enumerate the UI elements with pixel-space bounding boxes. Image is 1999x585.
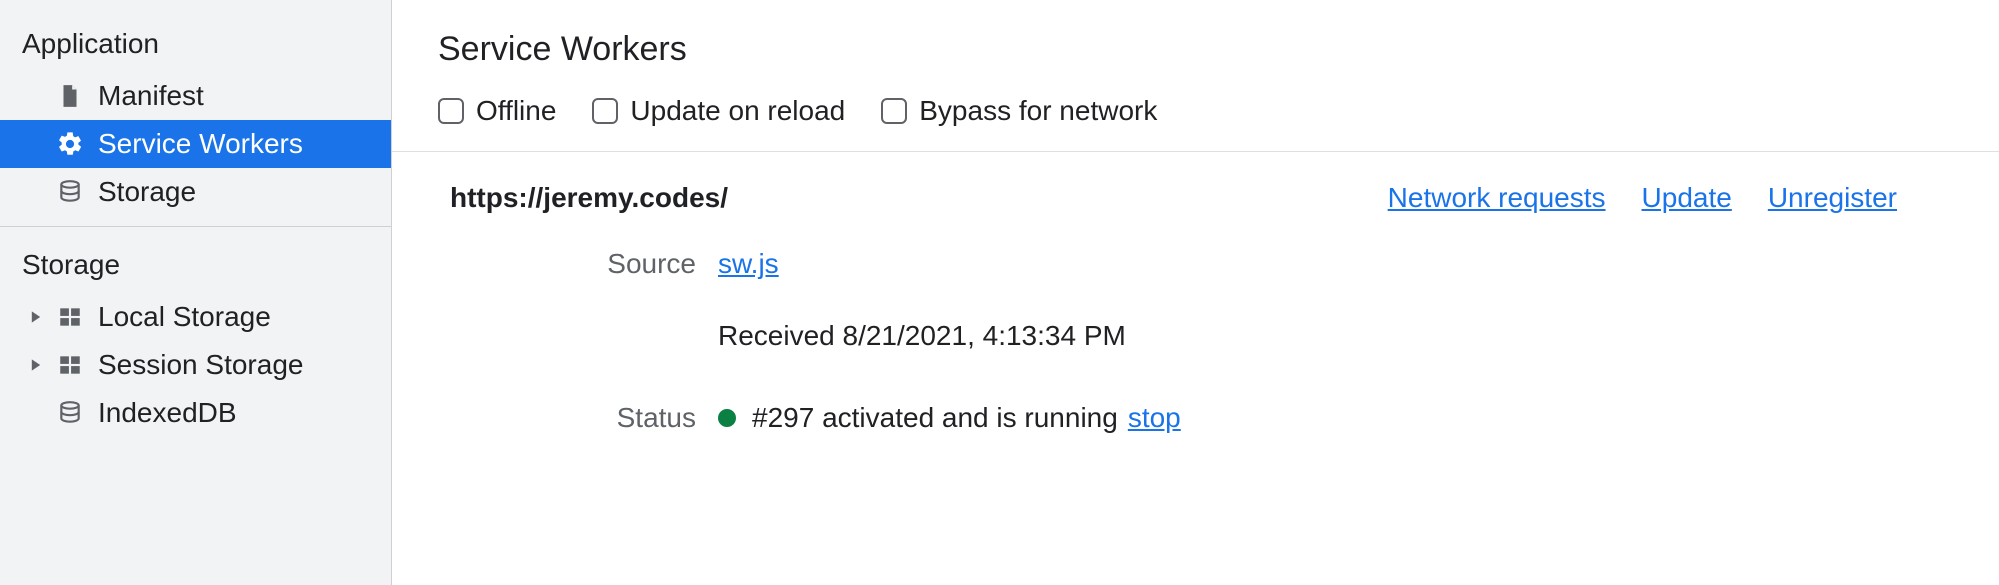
unregister-link[interactable]: Unregister	[1768, 182, 1897, 214]
status-text: #297 activated and is running	[752, 402, 1118, 434]
sidebar-divider	[0, 226, 391, 227]
checkbox-offline[interactable]: Offline	[438, 95, 556, 127]
sidebar-item-label: Manifest	[98, 80, 204, 112]
sidebar-item-label: Local Storage	[98, 301, 271, 333]
checkbox-icon	[881, 98, 907, 124]
service-worker-header: https://jeremy.codes/ Network requests U…	[438, 152, 1953, 238]
origin-url: https://jeremy.codes/	[450, 182, 728, 214]
document-icon	[56, 82, 84, 110]
update-link[interactable]: Update	[1642, 182, 1732, 214]
disclosure-triangle-icon[interactable]	[26, 358, 46, 372]
disclosure-triangle-icon[interactable]	[26, 310, 46, 324]
checkbox-update-on-reload[interactable]: Update on reload	[592, 95, 845, 127]
received-timestamp: Received 8/21/2021, 4:13:34 PM	[718, 320, 1126, 352]
table-icon	[56, 351, 84, 379]
checkbox-label: Offline	[476, 95, 556, 127]
database-icon	[56, 399, 84, 427]
page-title: Service Workers	[438, 30, 1953, 69]
source-label: Source	[438, 248, 718, 280]
checkbox-label: Update on reload	[630, 95, 845, 127]
gear-icon	[56, 130, 84, 158]
sidebar-item-manifest[interactable]: Manifest	[0, 72, 391, 120]
checkbox-icon	[438, 98, 464, 124]
checkbox-label: Bypass for network	[919, 95, 1157, 127]
status-indicator-icon	[718, 409, 736, 427]
sidebar-item-local-storage[interactable]: Local Storage	[0, 293, 391, 341]
database-icon	[56, 178, 84, 206]
checkbox-row: Offline Update on reload Bypass for netw…	[438, 95, 1953, 127]
received-row: Received 8/21/2021, 4:13:34 PM	[438, 310, 1953, 362]
source-file-link[interactable]: sw.js	[718, 248, 779, 280]
checkbox-bypass-for-network[interactable]: Bypass for network	[881, 95, 1157, 127]
status-label: Status	[438, 402, 718, 434]
sidebar-item-label: IndexedDB	[98, 397, 237, 429]
table-icon	[56, 303, 84, 331]
sidebar-item-storage-app[interactable]: Storage	[0, 168, 391, 216]
sidebar-item-session-storage[interactable]: Session Storage	[0, 341, 391, 389]
main-panel: Service Workers Offline Update on reload…	[392, 0, 1999, 585]
section-title-storage: Storage	[0, 237, 391, 293]
sidebar-item-label: Storage	[98, 176, 196, 208]
source-row: Source sw.js	[438, 238, 1953, 290]
checkbox-icon	[592, 98, 618, 124]
status-row: Status #297 activated and is running sto…	[438, 392, 1953, 444]
sidebar-item-indexeddb[interactable]: IndexedDB	[0, 389, 391, 437]
sidebar-item-label: Service Workers	[98, 128, 303, 160]
stop-link[interactable]: stop	[1128, 402, 1181, 434]
section-title-application: Application	[0, 16, 391, 72]
sidebar-item-service-workers[interactable]: Service Workers	[0, 120, 391, 168]
sidebar: Application Manifest Service Workers Sto…	[0, 0, 392, 585]
network-requests-link[interactable]: Network requests	[1388, 182, 1606, 214]
sidebar-item-label: Session Storage	[98, 349, 303, 381]
